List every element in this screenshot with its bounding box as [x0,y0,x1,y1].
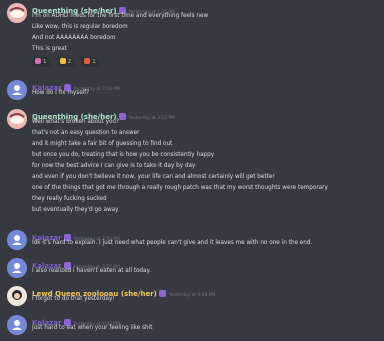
reaction-count: 1 [43,59,47,65]
reaction-count: 2 [67,59,72,65]
timestamp: Yesterday at 4:08 PM [168,293,216,298]
message-text: I also realized i haven't eaten at all t… [32,268,151,274]
message-text: Like wow, this is regular boredom [32,24,128,30]
heart-emoji-icon [59,58,66,64]
reaction[interactable]: 1 [32,57,50,67]
timestamp: Yesterday at 3:19 PM [128,116,175,121]
message-text: but eventually they'd go away [32,207,119,213]
role-badge-icon [118,113,126,120]
message-text: Well what's broken about you? [32,119,120,125]
message-text: Just hard to eat when your feeling like … [32,325,153,331]
message-text: I'm on ADHD meds for the first time and … [32,13,209,19]
avatar[interactable] [7,3,27,23]
message-text: How do I fix myself? [32,90,90,96]
avatar[interactable] [7,230,27,250]
peach-emoji-icon [84,58,91,64]
message-text: they really fucking sucked [32,196,107,202]
reaction-count: 1 [92,59,96,65]
message-text: one of the things that got me through a … [32,185,328,191]
avatar[interactable] [7,286,27,306]
message-text: for now the best advice I can give is to… [32,163,196,169]
avatar[interactable] [7,109,27,129]
message-text: but once you do, treating that is how yo… [32,152,215,158]
avatar[interactable] [7,258,27,278]
reaction[interactable]: 2 [56,57,75,67]
reactions-bar: 1 2 1 [32,57,101,68]
message-text: Idk it's hard to explain. I just need wh… [32,240,313,246]
message-text: that's not an easy question to answer [32,130,140,136]
message-text: And not AAAAAAAA boredom [32,35,116,41]
sparkle-cat-emoji-icon [35,58,41,64]
message-text: This is great [32,46,67,52]
message-text: I forgot to do that yesterday! [32,296,115,302]
role-badge-icon [158,290,166,297]
chat-messages: Queenthing (she/her) Yesterday at 1:56 PM… [0,0,384,341]
reaction[interactable]: 1 [81,57,99,67]
message-text: and it might take a fair bit of guessing… [32,141,173,147]
avatar[interactable] [7,80,27,100]
message-text: and even if you don't believe it now, yo… [32,174,275,180]
avatar[interactable] [7,315,27,335]
